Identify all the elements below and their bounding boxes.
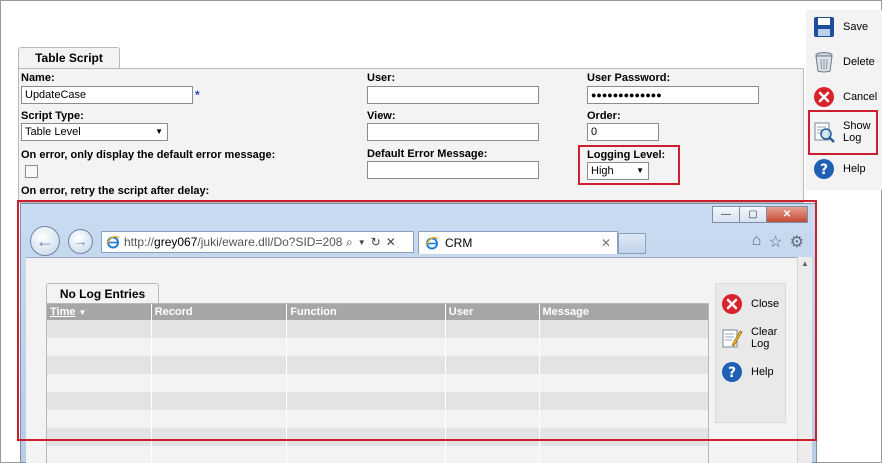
save-label: Save xyxy=(843,21,869,33)
show-log-label-line2: Log xyxy=(843,132,862,144)
name-label: Name: xyxy=(21,72,55,84)
cancel-icon xyxy=(814,87,834,107)
retry-label: On error, retry the script after delay: xyxy=(21,185,210,197)
table-cell xyxy=(540,446,708,463)
required-marker: * xyxy=(195,88,200,102)
order-label: Order: xyxy=(587,110,621,122)
show-log-icon xyxy=(814,122,835,143)
show-log-button[interactable]: Show Log xyxy=(813,120,871,144)
table-cell xyxy=(287,446,446,463)
user-password-label: User Password: xyxy=(587,72,671,84)
help-icon: ? xyxy=(814,159,834,179)
browser-window-highlight xyxy=(17,200,817,441)
save-button[interactable]: Save xyxy=(813,16,868,38)
on-error-checkbox[interactable] xyxy=(25,165,38,178)
name-input[interactable]: UpdateCase xyxy=(21,86,193,104)
table-row xyxy=(47,446,708,463)
save-icon xyxy=(814,17,834,37)
logging-level-label: Logging Level: xyxy=(587,149,666,161)
default-error-label: Default Error Message: xyxy=(367,148,488,160)
on-error-label: On error, only display the default error… xyxy=(21,149,276,161)
view-input[interactable] xyxy=(367,123,539,141)
table-cell xyxy=(152,446,288,463)
order-input[interactable]: 0 xyxy=(587,123,659,141)
logging-level-select[interactable]: High xyxy=(587,162,649,180)
svg-text:?: ? xyxy=(820,162,828,178)
user-input[interactable] xyxy=(367,86,539,104)
show-log-label-line1: Show xyxy=(843,120,871,132)
user-password-input[interactable]: ●●●●●●●●●●●●● xyxy=(587,86,759,104)
script-type-select[interactable]: Table Level xyxy=(21,123,168,141)
cancel-label: Cancel xyxy=(843,91,878,103)
default-error-input[interactable] xyxy=(367,161,539,179)
view-label: View: xyxy=(367,110,396,122)
help-label: Help xyxy=(843,163,866,175)
trash-icon xyxy=(815,52,833,73)
delete-label: Delete xyxy=(843,56,875,68)
table-cell xyxy=(446,446,540,463)
cancel-button[interactable]: Cancel xyxy=(813,86,877,108)
script-type-label: Script Type: xyxy=(21,110,84,122)
help-button[interactable]: ? Help xyxy=(813,158,866,180)
user-label: User: xyxy=(367,72,396,84)
tab-table-script[interactable]: Table Script xyxy=(18,47,120,69)
table-cell xyxy=(47,446,152,463)
delete-button[interactable]: Delete xyxy=(813,51,875,73)
